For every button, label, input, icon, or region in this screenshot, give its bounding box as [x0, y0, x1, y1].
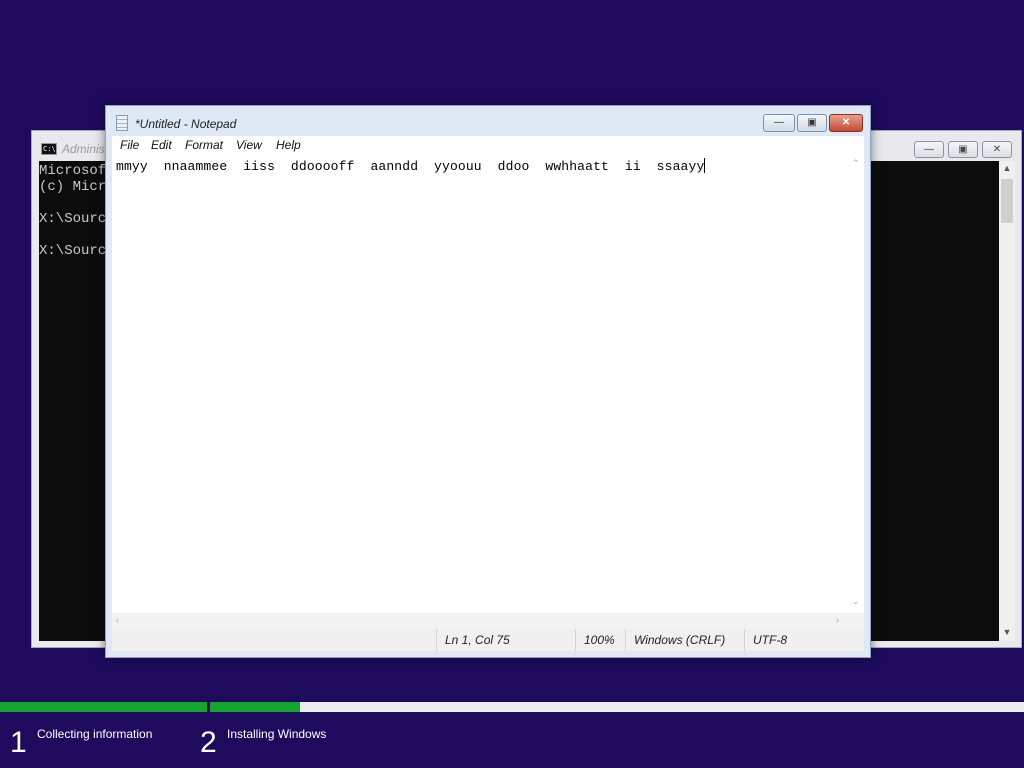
step1-number: 1: [10, 726, 27, 759]
editor-text-content: mmyy nnaammee iiss ddooooff aanndd yyoou…: [116, 159, 705, 174]
menu-format[interactable]: Format: [185, 138, 223, 152]
scrollbar-corner: [848, 613, 864, 629]
scroll-up-arrow-icon[interactable]: ▲: [999, 163, 1015, 173]
menu-edit[interactable]: Edit: [151, 138, 172, 152]
status-encoding: UTF-8: [744, 629, 863, 651]
cmd-icon: C:\.: [41, 143, 60, 155]
notepad-close-button[interactable]: ✕: [829, 114, 863, 132]
scroll-right-arrow-icon[interactable]: ›: [836, 615, 839, 625]
notepad-minimize-button[interactable]: —: [763, 114, 795, 132]
menu-file[interactable]: File: [120, 138, 139, 152]
cmd-window-title: Adminis: [62, 142, 105, 156]
status-zoom: 100%: [575, 629, 626, 651]
notepad-titlebar[interactable]: *Untitled - Notepad — ▣ ✕: [106, 106, 870, 136]
menu-bar: File Edit Format View Help: [112, 136, 864, 156]
cmd-maximize-button[interactable]: ▣: [948, 141, 978, 158]
notepad-icon: [116, 115, 128, 131]
menu-view[interactable]: View: [236, 138, 262, 152]
scroll-down-arrow-icon[interactable]: ▼: [999, 627, 1015, 637]
scroll-thumb[interactable]: [1001, 179, 1013, 223]
status-bar: Ln 1, Col 75 100% Windows (CRLF) UTF-8: [112, 629, 864, 651]
step2-progress-track: [210, 702, 1024, 712]
notepad-window[interactable]: *Untitled - Notepad — ▣ ✕ File Edit Form…: [105, 105, 871, 658]
cmd-close-button[interactable]: ✕: [982, 141, 1012, 158]
cmd-vertical-scrollbar[interactable]: ▲ ▼: [999, 161, 1015, 641]
notepad-vertical-scrollbar[interactable]: ⌃ ⌄: [848, 156, 864, 613]
status-cursor-position: Ln 1, Col 75: [436, 629, 575, 651]
step2-number: 2: [200, 726, 217, 759]
notepad-horizontal-scrollbar[interactable]: ‹ ›: [112, 613, 848, 629]
notepad-maximize-button[interactable]: ▣: [797, 114, 827, 132]
scroll-up-arrow-icon[interactable]: ⌃: [852, 158, 860, 169]
scroll-down-arrow-icon[interactable]: ⌄: [852, 596, 860, 607]
step1-progress-fill: [0, 702, 207, 712]
text-editor-area[interactable]: mmyy nnaammee iiss ddooooff aanndd yyoou…: [112, 156, 864, 613]
scroll-left-arrow-icon[interactable]: ‹: [116, 615, 119, 625]
step2-label: Installing Windows: [227, 727, 327, 741]
menu-help[interactable]: Help: [276, 138, 301, 152]
step1-label: Collecting information: [37, 727, 153, 741]
notepad-window-title: *Untitled - Notepad: [135, 117, 237, 131]
text-caret: [704, 158, 706, 173]
cmd-minimize-button[interactable]: —: [914, 141, 944, 158]
editor-text[interactable]: mmyy nnaammee iiss ddooooff aanndd yyoou…: [116, 158, 706, 174]
step2-progress-fill: [210, 702, 300, 712]
status-line-ending: Windows (CRLF): [625, 629, 744, 651]
